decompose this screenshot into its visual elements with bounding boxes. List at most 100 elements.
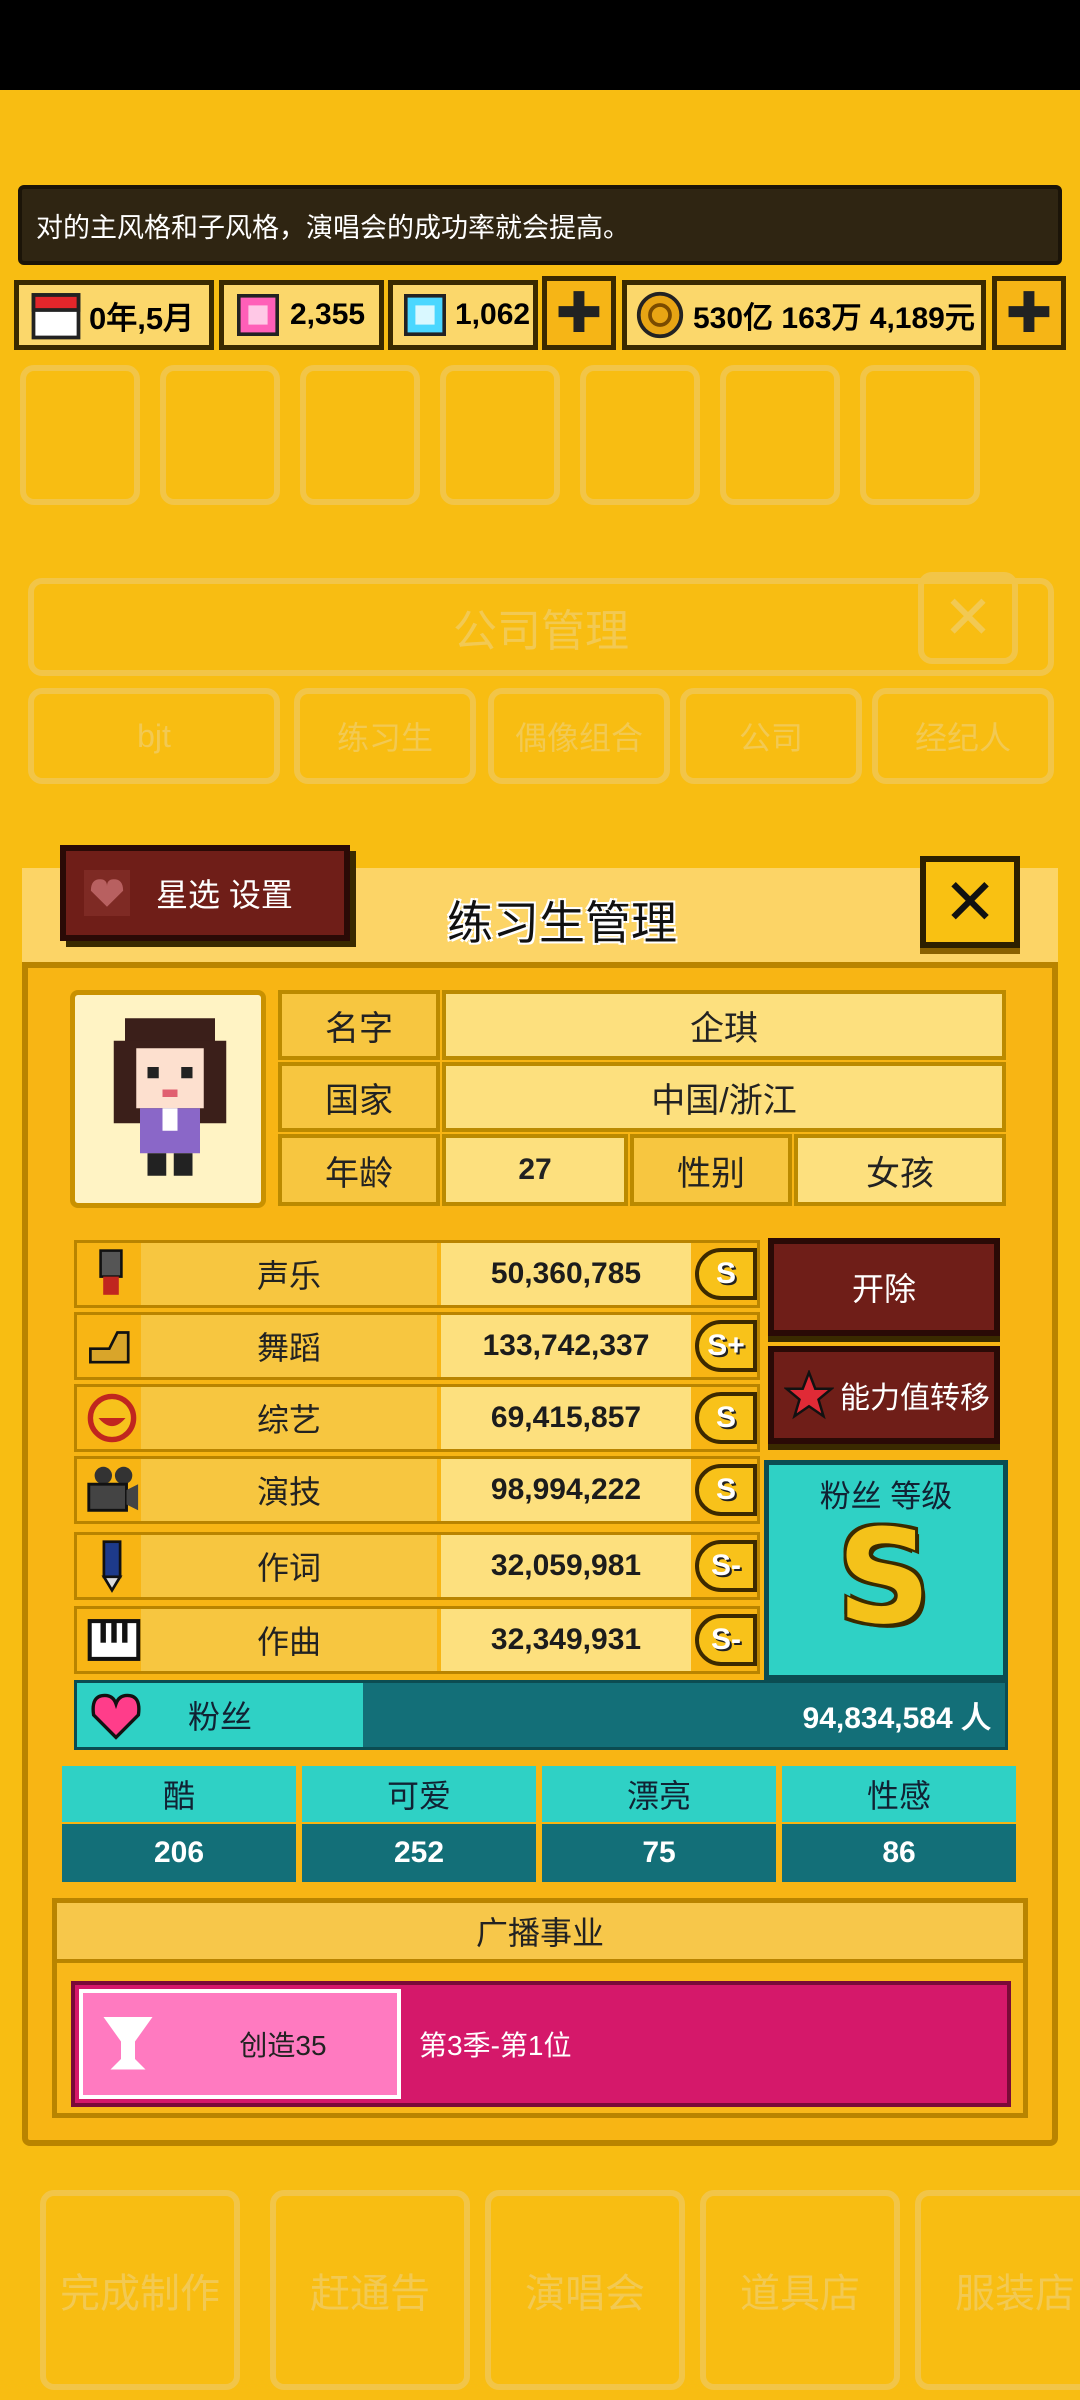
blue-gem-display: 1,062 [388,280,538,350]
stat-label: 作曲 [141,1609,437,1671]
gender-label: 性别 [630,1134,792,1206]
stat-grade: S- [695,1614,757,1666]
resource-bar: 0年,5月 2,355 1,062 ✚ 530亿 163万 4,189元 ✚ [14,276,1066,354]
background-tab-4: 经纪人 [872,688,1054,784]
fans-count: 94,834,584 人 [802,1702,991,1735]
stat-value: 69,415,857 [441,1387,691,1449]
stat-row-vocal: 声乐 50,360,785 S [74,1240,760,1308]
stat-label: 演技 [141,1459,437,1521]
close-icon[interactable]: ✕ [920,856,1020,948]
trainee-portrait [70,990,266,1208]
stat-value: 32,059,981 [441,1535,691,1597]
background-bottom-nav: 完成制作 赶通告 演唱会 道具店 服装店 [40,2190,1080,2390]
background-nav-0: 完成制作 [40,2190,240,2390]
stat-label: 综艺 [141,1387,437,1449]
background-close-icon: ✕ [918,572,1018,664]
background-title-bar: 公司管理 [28,578,1054,676]
fans-label: 粉丝 [187,1699,252,1735]
name-label: 名字 [278,990,440,1060]
attribute-value: 252 [302,1824,536,1882]
fan-level-panel: 粉丝 等级 S [764,1460,1008,1680]
background-tab-1: 练习生 [294,688,476,784]
pink-gem-display: 2,355 [219,280,384,350]
piano-icon [87,1619,141,1661]
stat-grade: S [695,1464,757,1516]
stat-label: 舞蹈 [141,1315,437,1377]
stat-row-acting: 演技 98,994,222 S [74,1456,760,1524]
date-text: 0年,5月 [89,300,195,336]
money-amount: 530亿 163万 4,189元 [693,302,975,335]
trophy-icon [103,2017,153,2070]
stat-grade: S- [695,1540,757,1592]
attribute-label: 漂亮 [542,1766,776,1822]
background-nav-3: 道具店 [700,2190,900,2390]
buy-money-plus-button[interactable]: ✚ [992,276,1066,350]
background-tab-3: 公司 [680,688,862,784]
stat-transfer-label: 能力值转移 [840,1382,990,1415]
broadcast-title: 广播事业 [57,1903,1023,1963]
attribute-label: 性感 [782,1766,1016,1822]
heart-icon [84,870,130,916]
camera-icon [87,1466,139,1512]
fire-button[interactable]: 开除 [768,1238,1000,1336]
pen-icon [101,1540,123,1593]
attribute-value: 75 [542,1824,776,1882]
smiley-icon [87,1393,137,1443]
attribute-value: 86 [782,1824,1016,1882]
stat-value: 98,994,222 [441,1459,691,1521]
background-icon-row [20,355,1060,545]
attributes-table: 酷 206 可爱 252 漂亮 75 性感 86 [62,1766,1016,1886]
star-icon [784,1370,834,1420]
attribute-label: 可爱 [302,1766,536,1822]
pink-gem-count: 2,355 [290,298,366,331]
fan-level-grade: S [837,1501,931,1653]
shoe-icon [89,1331,130,1364]
name-value: 企琪 [442,990,1006,1060]
pink-gem-icon [237,294,279,336]
broadcast-panel: 广播事业 创造35 第3季-第1位 [52,1898,1028,2118]
stat-row-dance: 舞蹈 133,742,337 S+ [74,1312,760,1380]
stat-transfer-button[interactable]: 能力值转移 [768,1346,1000,1444]
fans-row: 粉丝 94,834,584 人 [74,1680,1008,1750]
attribute-value: 206 [62,1824,296,1882]
stat-row-lyrics: 作词 32,059,981 S- [74,1532,760,1600]
star-select-settings-label: 星选 设置 [156,877,293,913]
trainee-avatar [113,1018,227,1176]
microphone-icon [99,1249,123,1295]
stat-value: 32,349,931 [441,1609,691,1671]
stat-row-variety: 综艺 69,415,857 S [74,1384,760,1452]
attribute-label: 酷 [62,1766,296,1822]
broadcast-show-name: 创造35 [239,2030,327,2061]
date-display: 0年,5月 [14,280,214,350]
background-nav-4: 服装店 [915,2190,1080,2390]
tip-banner-text: 对的主风格和子风格，演唱会的成功率就会提高。 [36,212,630,243]
blue-gem-icon [404,294,446,336]
background-tab-0: bjt [28,688,280,784]
stat-grade: S+ [695,1320,757,1372]
stat-value: 133,742,337 [441,1315,691,1377]
stat-label: 声乐 [141,1243,437,1305]
stat-grade: S [695,1248,757,1300]
coin-icon [636,291,684,339]
age-label: 年龄 [278,1134,440,1206]
buy-gems-plus-button[interactable]: ✚ [542,276,616,350]
blue-gem-count: 1,062 [455,298,531,331]
star-select-settings-button[interactable]: 星选 设置 [60,845,350,941]
broadcast-show-card: 创造35 [79,1989,401,2099]
stats-table: 声乐 50,360,785 S 舞蹈 133,742,337 S+ 综艺 69,… [74,1240,760,1680]
profile-info: 名字 企琪 国家 中国/浙江 年龄 27 性别 女孩 [278,990,1006,1208]
broadcast-entry[interactable]: 创造35 第3季-第1位 [71,1981,1011,2107]
background-tabs: bjt 练习生 偶像组合 公司 经纪人 [28,688,1054,788]
background-tab-2: 偶像组合 [488,688,670,784]
stat-row-composing: 作曲 32,349,931 S- [74,1606,760,1674]
country-value: 中国/浙江 [442,1062,1006,1132]
money-display: 530亿 163万 4,189元 [622,280,986,350]
tip-banner: 对的主风格和子风格，演唱会的成功率就会提高。 [18,185,1062,265]
background-title: 公司管理 [453,607,629,656]
calendar-icon [31,293,81,340]
heart-icon [91,1693,141,1740]
broadcast-result: 第3季-第1位 [419,2030,572,2061]
stat-value: 50,360,785 [441,1243,691,1305]
background-nav-2: 演唱会 [485,2190,685,2390]
dialog-title: 练习生管理 [447,897,677,949]
